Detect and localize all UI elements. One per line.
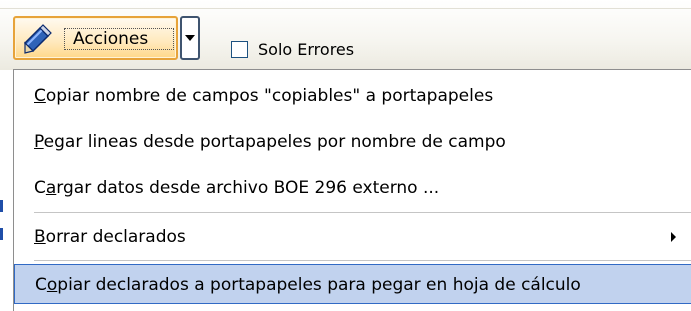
menu-item-accesskey: a — [45, 178, 57, 198]
menu-separator — [34, 260, 691, 261]
menu-item-copiar-declarados[interactable]: Copiar declarados a portapapeles para pe… — [14, 264, 691, 304]
menu-item-accesskey: C — [34, 86, 46, 106]
acciones-menu: Copiar nombre de campos "copiables" a po… — [13, 69, 691, 311]
menu-item-accesskey: B — [34, 227, 46, 247]
menu-item-borrar-declarados[interactable]: Borrar declarados — [22, 217, 690, 257]
solo-errores-checkbox[interactable] — [231, 41, 248, 58]
submenu-arrow-icon — [671, 232, 676, 242]
acciones-dropdown-button[interactable] — [180, 16, 200, 60]
pencil-icon — [21, 23, 55, 55]
acciones-label: Acciones — [64, 28, 174, 50]
solo-errores-label: Solo Errores — [258, 40, 355, 59]
toolbar: Acciones Solo Errores — [0, 0, 691, 70]
window-edge-marks — [0, 200, 4, 240]
menu-item-copiar-nombres[interactable]: Copiar nombre de campos "copiables" a po… — [22, 76, 690, 116]
menu-item-accesskey: P — [34, 132, 44, 152]
chevron-down-icon — [185, 35, 195, 41]
menu-item-cargar-datos[interactable]: Cargar datos desde archivo BOE 296 exter… — [22, 168, 690, 208]
menu-separator — [34, 212, 691, 213]
menu-item-pegar-lineas[interactable]: Pegar lineas desde portapapeles por nomb… — [22, 122, 690, 162]
toolbar-divider — [0, 8, 691, 9]
acciones-button[interactable]: Acciones — [13, 16, 178, 60]
menu-item-accesskey: o — [46, 275, 58, 295]
